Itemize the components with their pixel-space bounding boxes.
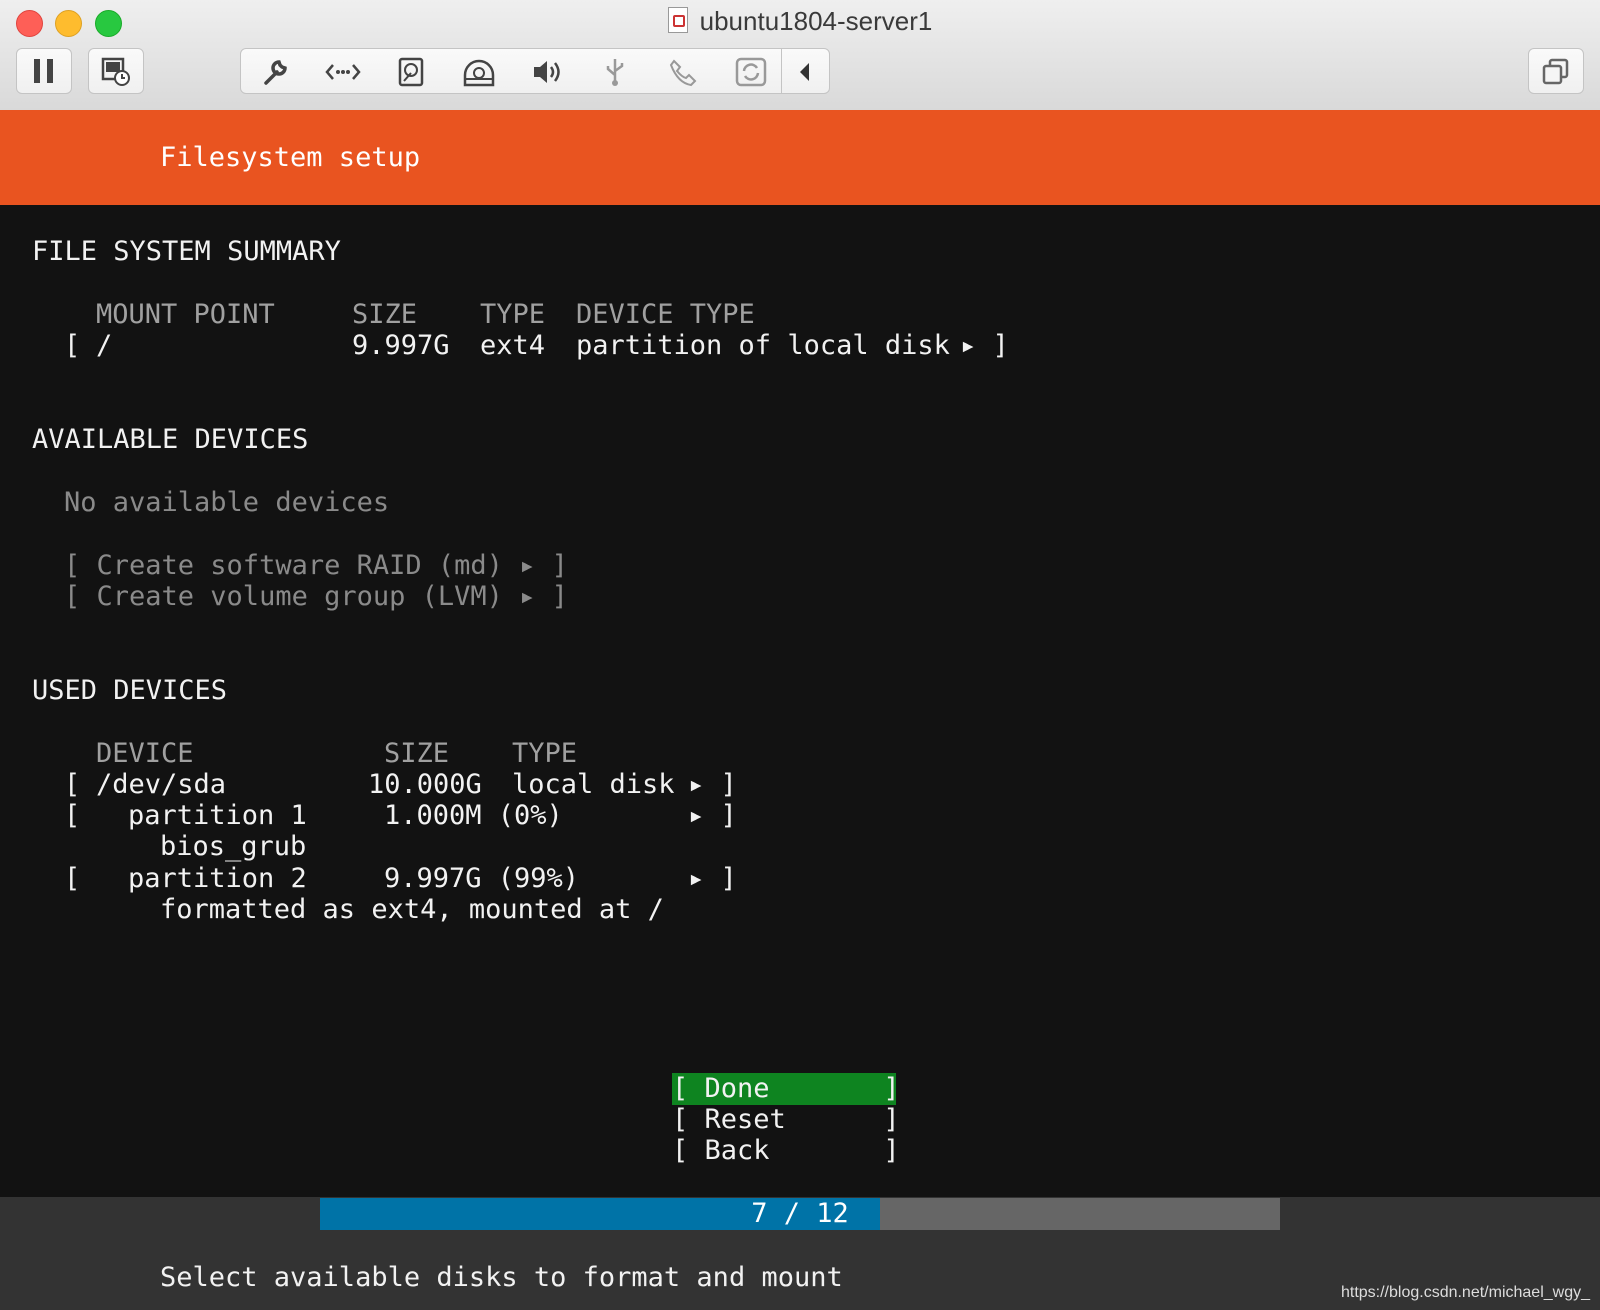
restore-window-button[interactable]: [1528, 48, 1584, 94]
progress-text: 7 / 12: [751, 1198, 849, 1229]
wrench-icon: [264, 60, 287, 85]
column-size: SIZE: [352, 299, 418, 330]
mount-point-value: /: [96, 330, 113, 361]
hard-disk-button[interactable]: [381, 49, 441, 93]
installer-header: Filesystem setup: [0, 110, 1600, 205]
back-button[interactable]: [ Back ]: [672, 1135, 900, 1167]
partition-detail: bios_grub: [160, 831, 307, 862]
row-arrow: ▸ ]: [688, 863, 737, 894]
sound-icon: [534, 61, 560, 83]
fs-summary-heading: FILE SYSTEM SUMMARY: [32, 236, 341, 267]
row-bracket: [: [64, 863, 81, 894]
usb-button[interactable]: [585, 49, 645, 93]
window-title-text: ubuntu1804-server1: [699, 6, 933, 36]
create-raid-button[interactable]: [ Create software RAID (md) ▸ ]: [64, 550, 568, 582]
pause-button[interactable]: [16, 48, 72, 94]
camera-icon: [669, 59, 697, 87]
install-progress-bar: 7 / 12: [320, 1198, 1280, 1230]
create-lvm-button[interactable]: [ Create volume group (LVM) ▸ ]: [64, 581, 568, 613]
partition-detail: formatted as ext4, mounted at /: [160, 894, 664, 925]
usb-icon: [606, 59, 624, 86]
pause-icon: [34, 59, 53, 83]
row-arrow: ▸ ]: [688, 800, 737, 831]
window-title: ubuntu1804-server1: [0, 6, 1600, 37]
device-name: /dev/sda: [96, 769, 227, 800]
window-titlebar: ubuntu1804-server1: [0, 0, 1600, 111]
sync-button[interactable]: [721, 49, 781, 93]
column-mount-point: MOUNT POINT: [96, 299, 275, 330]
no-devices-text: No available devices: [64, 487, 390, 518]
row-bracket: [: [64, 769, 81, 800]
snapshot-icon: [101, 57, 130, 86]
partition-name: partition 2: [128, 863, 307, 894]
used-devices-heading: USED DEVICES: [32, 675, 228, 706]
sync-icon: [735, 57, 767, 87]
collapse-toolbar-button[interactable]: [781, 49, 828, 93]
camera-button[interactable]: [653, 49, 713, 93]
settings-button[interactable]: [245, 49, 305, 93]
row-bracket: [: [64, 330, 81, 361]
device-size: 10.000G: [368, 769, 482, 800]
network-button[interactable]: [313, 49, 373, 93]
snapshot-button[interactable]: [88, 48, 144, 94]
partition-name: partition 1: [128, 800, 307, 831]
reset-button[interactable]: [ Reset ]: [672, 1104, 900, 1136]
column-device-type: DEVICE TYPE: [576, 299, 755, 330]
partition-size: 1.000M (0%): [384, 800, 563, 831]
collapse-arrow-icon: [800, 63, 809, 81]
row-arrow: ▸ ]: [688, 769, 737, 800]
row-bracket: [: [64, 800, 81, 831]
sound-button[interactable]: [517, 49, 577, 93]
restore-window-icon: [1542, 58, 1569, 85]
done-button[interactable]: [ Done ]: [672, 1073, 900, 1105]
vm-document-icon: [667, 7, 688, 33]
column-device: DEVICE: [96, 738, 194, 769]
device-toolbar: [240, 48, 830, 94]
column-type: TYPE: [480, 299, 546, 330]
column-used-type: TYPE: [512, 738, 578, 769]
available-devices-heading: AVAILABLE DEVICES: [32, 424, 309, 455]
network-icon: [325, 64, 361, 80]
optical-disk-icon: [463, 59, 495, 87]
type-value: ext4: [480, 330, 546, 361]
hard-disk-icon: [398, 57, 424, 87]
optical-disk-button[interactable]: [449, 49, 509, 93]
installer-title: Filesystem setup: [160, 142, 421, 173]
watermark: https://blog.csdn.net/michael_wgy_: [1340, 1284, 1590, 1301]
help-text: Select available disks to format and mou…: [160, 1262, 843, 1293]
column-used-size: SIZE: [384, 738, 450, 769]
size-value: 9.997G: [352, 330, 450, 361]
device-type-value: partition of local disk: [576, 330, 950, 361]
vm-screen[interactable]: Filesystem setup FILE SYSTEM SUMMARY MOU…: [0, 110, 1600, 1310]
partition-size: 9.997G (99%): [384, 863, 580, 894]
row-arrow: ▸ ]: [960, 330, 1009, 361]
device-type: local disk: [512, 769, 675, 800]
